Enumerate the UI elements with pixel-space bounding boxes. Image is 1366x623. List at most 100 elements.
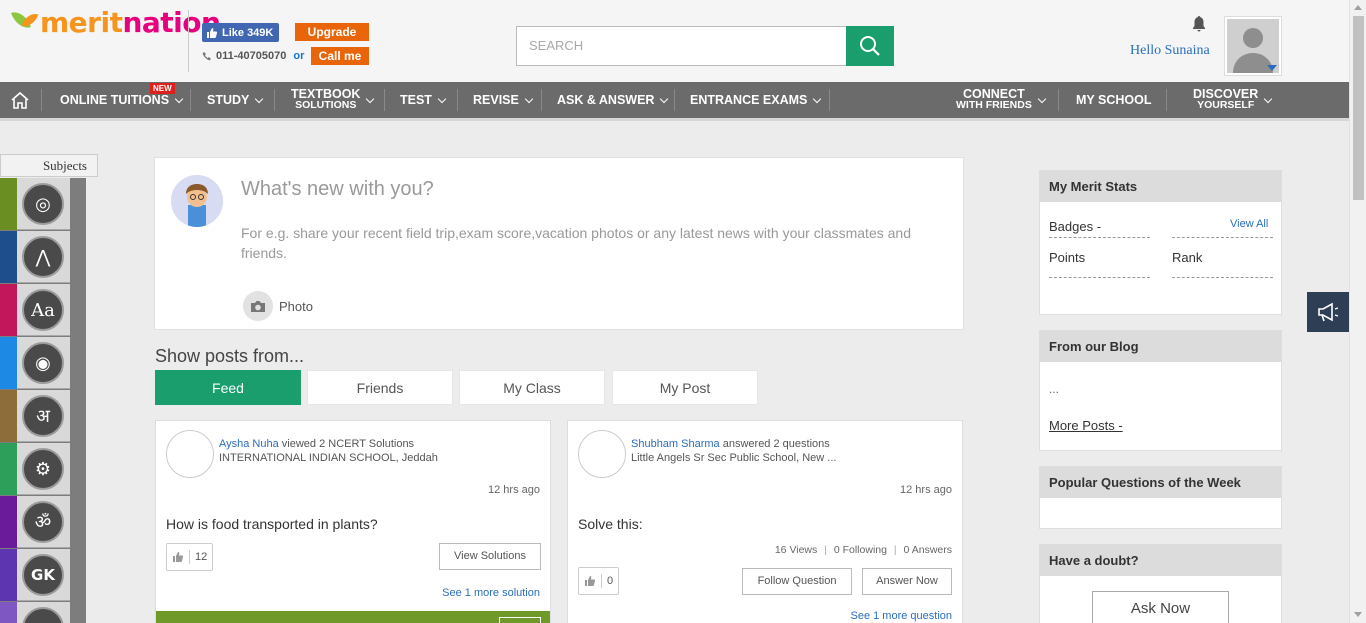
- answer-now-button[interactable]: Answer Now: [862, 568, 952, 595]
- gk-icon: GK: [22, 554, 64, 596]
- nav-discover-yourself[interactable]: DISCOVER YOURSELF: [1193, 82, 1273, 118]
- like-button[interactable]: 0: [578, 567, 620, 595]
- student-avatar-icon: [171, 175, 223, 227]
- points-label: Points: [1049, 250, 1086, 265]
- chevron-down-icon: [366, 94, 375, 103]
- page-scrollbar[interactable]: [1349, 0, 1366, 623]
- post-action: viewed 2 NCERT Solutions: [278, 438, 415, 450]
- nav-entrance-exams[interactable]: ENTRANCE EXAMS: [690, 82, 822, 118]
- nav-entrance-exams-label: ENTRANCE EXAMS: [690, 93, 808, 107]
- have-a-doubt-title: Have a doubt?: [1040, 545, 1281, 576]
- facebook-like-button[interactable]: Like 349K: [202, 23, 280, 42]
- nav-study-label: STUDY: [207, 93, 250, 107]
- notification-bell-icon[interactable]: [1192, 15, 1206, 33]
- nav-textbook-solutions[interactable]: TEXTBOOK SOLUTIONS: [291, 82, 375, 118]
- post-school: INTERNATIONAL INDIAN SCHOOL, Jeddah: [219, 452, 438, 464]
- tab-my-class[interactable]: My Class: [459, 370, 605, 405]
- badges-label: Badges -: [1049, 219, 1102, 234]
- user-avatar[interactable]: [1224, 16, 1282, 76]
- hindi-icon: अ: [22, 395, 64, 437]
- subject-item[interactable]: ⚙: [0, 443, 70, 495]
- upgrade-button[interactable]: Upgrade: [295, 23, 369, 41]
- chevron-down-icon: [660, 94, 669, 103]
- avatar[interactable]: [166, 430, 214, 478]
- leaf-logo-icon: [10, 8, 40, 38]
- answers-count: 0 Answers: [903, 544, 952, 556]
- rank-label: Rank: [1172, 250, 1203, 265]
- follow-question-button[interactable]: Follow Question: [742, 568, 852, 595]
- post-card: Shubham Sharma answered 2 questions Litt…: [567, 420, 963, 623]
- post-author-link[interactable]: Aysha Nuha: [219, 438, 279, 450]
- nav-test[interactable]: TEST: [400, 82, 447, 118]
- home-nav[interactable]: [10, 82, 30, 118]
- subject-item[interactable]: GK: [0, 549, 70, 601]
- post-meta: Shubham Sharma answered 2 questions Litt…: [631, 437, 836, 465]
- logo-text-merit: merit: [40, 6, 123, 39]
- subject-item[interactable]: अ: [0, 390, 70, 442]
- subject-item[interactable]: ॐ: [0, 496, 70, 548]
- ask-now-button[interactable]: Ask Now: [1092, 591, 1229, 623]
- nav-study[interactable]: STUDY: [207, 82, 264, 118]
- chevron-down-icon: [1037, 94, 1047, 103]
- like-button[interactable]: 12: [166, 543, 214, 571]
- nav-ask-answer[interactable]: ASK & ANSWER: [557, 82, 669, 118]
- see-more-link[interactable]: See 1 more question: [850, 610, 952, 622]
- chevron-down-icon: [437, 94, 447, 103]
- nav-my-school-label: MY SCHOOL: [1076, 93, 1152, 107]
- tab-feed[interactable]: Feed: [155, 370, 301, 405]
- nav-my-school[interactable]: MY SCHOOL: [1076, 82, 1151, 118]
- photo-button[interactable]: Photo: [243, 291, 313, 321]
- subject-item[interactable]: •••: [0, 602, 70, 623]
- blog-card: From our Blog ... More Posts -: [1039, 330, 1282, 451]
- sanskrit-icon: ॐ: [22, 501, 64, 543]
- nav-revise[interactable]: REVISE: [473, 82, 534, 118]
- scrollbar-thumb[interactable]: [1353, 16, 1364, 200]
- popular-questions-card: Popular Questions of the Week: [1039, 466, 1282, 529]
- feedback-tab[interactable]: [1307, 292, 1349, 332]
- nav-bottom-border: [0, 118, 1349, 121]
- composer-prompt[interactable]: What's new with you?: [241, 178, 434, 201]
- chevron-down-icon: [174, 94, 184, 103]
- tab-my-post[interactable]: My Post: [612, 370, 758, 405]
- header-divider: [188, 10, 189, 72]
- call-me-button[interactable]: Call me: [311, 47, 369, 65]
- avatar[interactable]: [578, 430, 626, 478]
- merit-stats-title: My Merit Stats: [1040, 171, 1281, 202]
- user-greeting[interactable]: Hello Sunaina: [1130, 43, 1210, 59]
- font-icon: Aa: [22, 289, 64, 331]
- view-solutions-button[interactable]: View Solutions: [439, 543, 541, 570]
- search-input[interactable]: SEARCH: [516, 26, 847, 66]
- subjects-tab[interactable]: Subjects: [0, 154, 98, 177]
- post-author-link[interactable]: Shubham Sharma: [631, 438, 720, 450]
- thumbs-up-icon: [585, 576, 596, 586]
- scroll-up-icon[interactable]: [1354, 5, 1362, 10]
- blog-placeholder: ...: [1049, 382, 1060, 396]
- subject-item[interactable]: Aa: [0, 284, 70, 336]
- camera-icon: [243, 291, 273, 321]
- post-timestamp: 12 hrs ago: [900, 484, 952, 496]
- post-timestamp: 12 hrs ago: [488, 484, 540, 496]
- scroll-down-icon[interactable]: [1354, 612, 1362, 617]
- nav-connect-friends[interactable]: CONNECT WITH FRIENDS: [956, 82, 1047, 118]
- search-icon: [860, 36, 880, 56]
- show-posts-heading: Show posts from...: [155, 346, 305, 366]
- status-composer: What's new with you? For e.g. share your…: [154, 157, 964, 330]
- subject-item[interactable]: ◉: [0, 337, 70, 389]
- nav-revise-label: REVISE: [473, 93, 519, 107]
- post-question[interactable]: Solve this:: [578, 516, 643, 532]
- subject-item[interactable]: ⋀: [0, 231, 70, 283]
- more-posts-link[interactable]: More Posts -: [1049, 418, 1123, 433]
- subject-item[interactable]: ◎: [0, 178, 70, 230]
- tab-friends[interactable]: Friends: [307, 370, 453, 405]
- phone-contact: 011-40705070 or: [202, 50, 309, 62]
- popular-questions-title: Popular Questions of the Week: [1040, 467, 1281, 498]
- home-icon: [11, 91, 29, 109]
- search-button[interactable]: [846, 26, 894, 66]
- post-question[interactable]: How is food transported in plants?: [166, 516, 378, 532]
- view-all-link[interactable]: View All: [1230, 218, 1268, 230]
- nav-solutions-label: SOLUTIONS: [295, 99, 357, 111]
- new-badge: NEW: [150, 83, 175, 94]
- compass-icon: ⋀: [22, 236, 64, 278]
- nav-yourself-label: YOURSELF: [1197, 99, 1255, 111]
- see-more-link[interactable]: See 1 more solution: [442, 587, 540, 599]
